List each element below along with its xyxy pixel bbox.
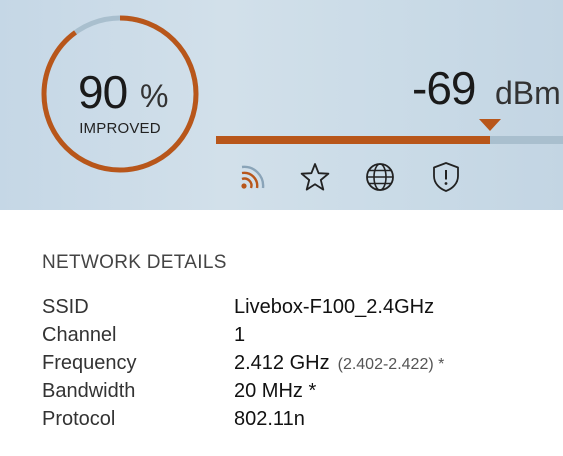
detail-value: Livebox-F100_2.4GHz bbox=[234, 296, 434, 319]
detail-label: Protocol bbox=[42, 408, 116, 430]
signal-strength-value: -69 bbox=[412, 62, 476, 114]
protocol-value: 802.11n bbox=[234, 408, 305, 430]
detail-row-channel: Channel 1 bbox=[42, 324, 542, 352]
detail-label: Frequency bbox=[42, 352, 137, 374]
detail-value: 1 bbox=[234, 324, 245, 347]
channel-value: 1 bbox=[234, 324, 246, 346]
bandwidth-value: 20 MHz * bbox=[234, 380, 317, 402]
improvement-label: IMPROVED bbox=[79, 120, 161, 137]
ssid-value: Livebox-F100_2.4GHz bbox=[234, 296, 435, 318]
signal-header-panel: 90 % IMPROVED -69 dBm bbox=[0, 0, 563, 210]
detail-row-bandwidth: Bandwidth 20 MHz * bbox=[42, 380, 542, 408]
detail-value: 802.11n bbox=[234, 408, 305, 431]
improvement-percent-value: 90 bbox=[78, 66, 128, 118]
network-details-panel: NETWORK DETAILS SSID Livebox-F100_2.4GHz… bbox=[0, 210, 563, 456]
shield-alert-icon[interactable] bbox=[429, 160, 463, 194]
detail-value: 20 MHz * bbox=[234, 380, 316, 403]
detail-label: SSID bbox=[42, 296, 89, 318]
frequency-value: 2.412 GHz bbox=[234, 352, 330, 374]
network-details-title: NETWORK DETAILS bbox=[42, 252, 227, 273]
improvement-percent-sign: % bbox=[140, 78, 169, 114]
wifi-signal-icon[interactable] bbox=[236, 160, 270, 194]
detail-value: 2.412 GHz (2.402-2.422) * bbox=[234, 352, 444, 375]
detail-row-protocol: Protocol 802.11n bbox=[42, 408, 542, 436]
signal-level-marker-icon bbox=[479, 119, 502, 131]
detail-label: Bandwidth bbox=[42, 380, 136, 402]
globe-icon[interactable] bbox=[363, 160, 397, 194]
improvement-gauge: 90 % IMPROVED bbox=[38, 12, 202, 176]
signal-bar-fill bbox=[216, 136, 491, 144]
signal-strength-unit: dBm bbox=[495, 75, 561, 111]
frequency-range: (2.402-2.422) * bbox=[337, 356, 445, 373]
detail-label: Channel bbox=[42, 324, 117, 346]
detail-row-ssid: SSID Livebox-F100_2.4GHz bbox=[42, 296, 542, 324]
detail-row-frequency: Frequency 2.412 GHz (2.402-2.422) * bbox=[42, 352, 542, 380]
signal-strength-bar bbox=[216, 136, 563, 144]
star-icon[interactable] bbox=[298, 160, 332, 194]
network-details-list: SSID Livebox-F100_2.4GHz Channel 1 Frequ… bbox=[42, 296, 542, 436]
